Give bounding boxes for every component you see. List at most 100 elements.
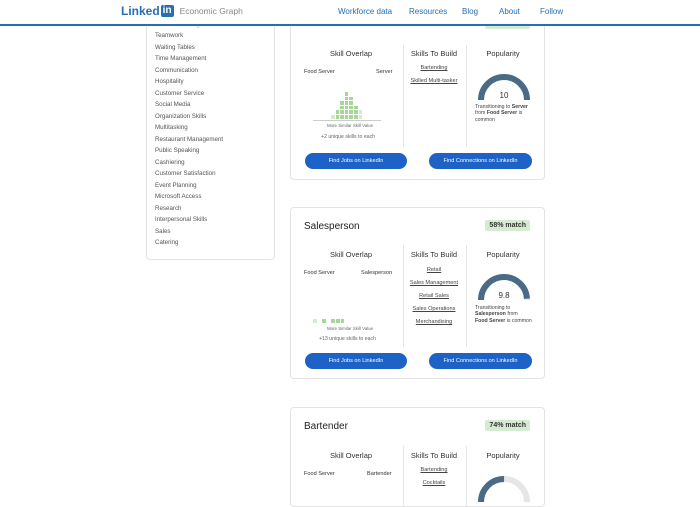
- skill-item: Public Speaking: [155, 147, 200, 154]
- skill-link[interactable]: Retail: [405, 267, 463, 273]
- skill-item: Event Planning: [155, 181, 197, 189]
- column-divider: [403, 446, 404, 506]
- to-occupation: Bartender: [367, 471, 392, 477]
- nav-about[interactable]: About: [499, 7, 520, 16]
- logo-box: in: [160, 5, 174, 17]
- skill-overlap-heading: Skill Overlap: [329, 49, 373, 58]
- unique-skills-note: +13 unique skills to each: [319, 336, 376, 342]
- skill-item: Interpersonal Skills: [155, 216, 208, 223]
- skills-to-build-heading: Skills To Build: [410, 49, 458, 58]
- popularity-heading: Popularity: [486, 250, 520, 259]
- histogram-cell: [354, 110, 358, 114]
- histogram-cell: [344, 110, 349, 114]
- skill-item: Catering: [155, 239, 179, 246]
- skill-item: Customer Service: [155, 89, 205, 97]
- skill-item: Organization Skills: [155, 112, 207, 120]
- unique-skills-note: +2 unique skills to each: [321, 134, 376, 140]
- histogram-cell: [344, 92, 349, 96]
- skills-to-build-heading: Skills To Build: [410, 250, 458, 259]
- from-occupation: Food Server: [304, 270, 335, 276]
- from-occupation: Food Server: [304, 69, 335, 75]
- histogram-cell: [340, 319, 345, 323]
- histogram-cell: [344, 96, 349, 101]
- skill-item: Sales: [155, 227, 171, 235]
- skill-link[interactable]: Bartending: [405, 65, 463, 71]
- column-divider: [403, 45, 404, 147]
- histogram-cell: [340, 105, 344, 110]
- popularity-gauge: [478, 476, 530, 503]
- skill-item: Teamwork: [155, 32, 184, 39]
- skill-link[interactable]: Skilled Multi-tasker: [405, 78, 463, 84]
- histogram-axis-label: More Similar Skill Value: [327, 123, 374, 128]
- skill-overlap-heading: Skill Overlap: [329, 250, 373, 259]
- skill-item: Restaurant Management: [155, 135, 224, 143]
- card-title: Bartender: [304, 421, 348, 432]
- to-occupation: Server: [376, 69, 393, 75]
- popularity-heading: Popularity: [486, 451, 520, 460]
- nav-blog[interactable]: Blog: [462, 7, 478, 16]
- skill-item: Hospitality: [155, 78, 184, 85]
- histogram-axis: [313, 120, 381, 121]
- skill-item: Time Management: [155, 55, 207, 62]
- skill-link[interactable]: Sales Operations: [405, 306, 463, 312]
- nav-resources[interactable]: Resources: [409, 7, 447, 16]
- career-card-bartender: Bartender 74% match Skill Overlap Skills…: [290, 407, 545, 507]
- histogram-cell: [322, 319, 326, 323]
- logo-text: Linked: [121, 4, 160, 18]
- match-badge: 74% match: [485, 420, 530, 431]
- skill-item: Research: [155, 204, 182, 212]
- histogram-cell: [335, 110, 340, 114]
- match-badge: 58% match: [485, 220, 530, 231]
- find-connections-button[interactable]: Find Connections on LinkedIn: [429, 353, 532, 369]
- to-occupation: Salesperson: [361, 270, 393, 276]
- histogram-axis-label: More Similar Skill Value: [327, 326, 374, 331]
- from-occupation: Food Server: [304, 471, 335, 477]
- histogram-cell: [313, 319, 317, 323]
- card-title: Salesperson: [304, 221, 360, 232]
- skill-link[interactable]: Retail Sales: [405, 293, 463, 299]
- histogram-cell: [344, 101, 349, 105]
- histogram-cell: [349, 101, 353, 105]
- histogram-cell: [331, 319, 335, 323]
- find-jobs-button[interactable]: Find Jobs on LinkedIn: [305, 153, 407, 169]
- find-connections-button[interactable]: Find Connections on LinkedIn: [429, 153, 532, 169]
- column-divider: [403, 245, 404, 347]
- skills-to-build-heading: Skills To Build: [410, 451, 458, 460]
- skill-item: Waiting Tables: [155, 43, 195, 51]
- histogram-cell: [349, 105, 353, 110]
- product-name: Economic Graph: [179, 6, 243, 16]
- skill-link[interactable]: Cocktails: [405, 480, 463, 486]
- histogram-cell: [349, 110, 353, 114]
- histogram-cell: [340, 101, 344, 105]
- find-jobs-button[interactable]: Find Jobs on LinkedIn: [305, 353, 407, 369]
- popularity-value: 9.8: [498, 291, 510, 300]
- skill-item: Social Media: [155, 101, 191, 108]
- skill-item: Communication: [155, 66, 198, 74]
- nav-follow[interactable]: Follow: [540, 7, 563, 16]
- skill-link[interactable]: Merchandising: [405, 319, 463, 325]
- nav-workforce-data[interactable]: Workforce data: [338, 7, 392, 16]
- skill-item: Multitasking: [155, 124, 188, 131]
- popularity-heading: Popularity: [486, 49, 520, 58]
- linkedin-logo[interactable]: Linked in Economic Graph: [121, 4, 243, 18]
- histogram-cell: [335, 115, 340, 119]
- skill-overlap-heading: Skill Overlap: [329, 451, 373, 460]
- career-card-server: Server 96% match Skill Overlap Skills To…: [290, 0, 545, 180]
- column-divider: [466, 446, 467, 506]
- skills-sidebar: Food & Beverage Teamwork Waiting Tables …: [146, 0, 275, 260]
- top-navigation-bar: Linked in Economic Graph Workforce data …: [0, 0, 700, 26]
- histogram-cell: [354, 105, 358, 110]
- column-divider: [466, 245, 467, 347]
- histogram-cell: [344, 115, 349, 119]
- skill-link[interactable]: Sales Management: [405, 280, 463, 286]
- histogram-cell: [340, 110, 344, 114]
- histogram-cell: [349, 115, 353, 119]
- histogram-cell: [344, 105, 349, 110]
- histogram-cell: [336, 319, 340, 323]
- skill-link[interactable]: Bartending: [405, 467, 463, 473]
- skill-item: Cashiering: [155, 158, 185, 166]
- career-card-salesperson: Salesperson 58% match Skill Overlap Skil…: [290, 207, 545, 379]
- histogram-cell: [340, 115, 344, 119]
- skill-item: Microsoft Access: [155, 193, 202, 200]
- histogram-cell: [358, 115, 363, 119]
